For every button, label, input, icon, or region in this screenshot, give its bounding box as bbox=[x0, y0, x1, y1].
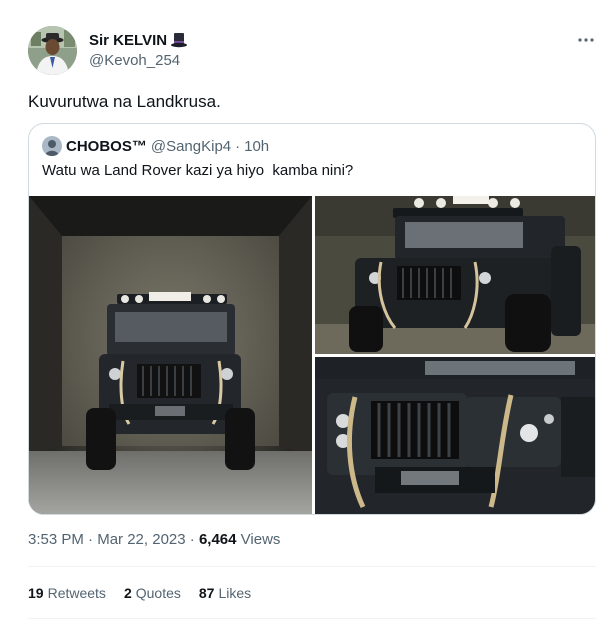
media-image-front[interactable] bbox=[29, 196, 312, 514]
tweet-meta: 3:53 PM · Mar 22, 2023 · 6,464 Views bbox=[28, 531, 280, 548]
top-hat-icon bbox=[170, 31, 188, 49]
author-name-row[interactable]: Sir KELVIN bbox=[89, 31, 188, 49]
meta-separator: · bbox=[88, 531, 94, 548]
media-image-side[interactable] bbox=[315, 196, 595, 354]
media-grid bbox=[29, 196, 595, 514]
quoted-avatar[interactable] bbox=[42, 136, 62, 156]
likes-count: 87 bbox=[198, 585, 215, 601]
retweets-stat[interactable]: 19 Retweets bbox=[28, 585, 106, 601]
quoted-tweet[interactable]: CHOBOS™ @SangKip4 · 10h Watu wa Land Rov… bbox=[28, 123, 596, 515]
engagement-stats: 19 Retweets 2 Quotes 87 Likes bbox=[28, 585, 251, 601]
tweet-text: Kuvurutwa na Landkrusa. bbox=[28, 92, 221, 111]
quotes-count: 2 bbox=[123, 585, 132, 601]
views-count: 6,464 bbox=[198, 531, 237, 548]
divider bbox=[28, 618, 596, 619]
more-options-icon[interactable] bbox=[574, 28, 598, 52]
quoted-time[interactable]: 10h bbox=[244, 138, 269, 155]
likes-stat[interactable]: 87 Likes bbox=[199, 585, 251, 601]
quotes-stat[interactable]: 2 Quotes bbox=[124, 585, 181, 601]
author-avatar[interactable] bbox=[28, 26, 77, 75]
quoted-separator: · bbox=[235, 137, 241, 155]
quoted-display-name[interactable]: CHOBOS™ bbox=[66, 138, 147, 155]
retweets-count: 19 bbox=[28, 585, 44, 601]
quoted-handle[interactable]: @SangKip4 bbox=[151, 138, 231, 155]
author-handle[interactable]: @Kevoh_254 bbox=[89, 52, 180, 69]
likes-label: Likes bbox=[218, 585, 252, 601]
meta-separator: · bbox=[189, 531, 195, 548]
retweets-label: Retweets bbox=[47, 585, 106, 601]
media-image-closeup[interactable] bbox=[315, 357, 595, 514]
tweet-container: Sir KELVIN @Kevoh_254 Kuvurutwa na Landk… bbox=[0, 0, 609, 629]
divider bbox=[28, 566, 596, 567]
quoted-text: Watu wa Land Rover kazi ya hiyo kamba ni… bbox=[42, 162, 354, 179]
author-display-name[interactable]: Sir KELVIN bbox=[89, 32, 167, 49]
quoted-header: CHOBOS™ @SangKip4 · 10h bbox=[42, 136, 269, 156]
quotes-label: Quotes bbox=[135, 585, 181, 601]
tweet-time[interactable]: 3:53 PM bbox=[28, 531, 84, 548]
tweet-date[interactable]: Mar 22, 2023 bbox=[97, 531, 185, 548]
views-label: Views bbox=[240, 531, 281, 548]
